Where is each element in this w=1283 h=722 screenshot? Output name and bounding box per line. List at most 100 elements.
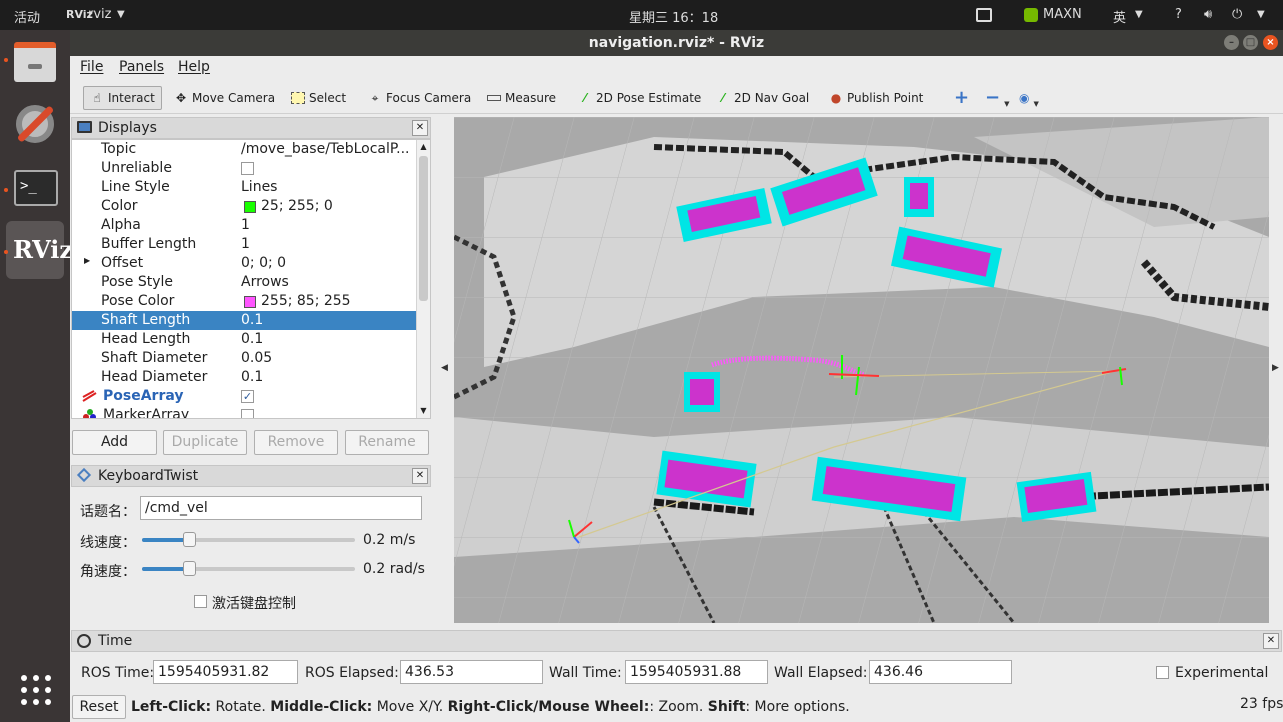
ros-time-field[interactable]: 1595405931.82 xyxy=(153,660,298,684)
clock-icon xyxy=(77,634,91,648)
property-row[interactable]: Unreliable xyxy=(72,159,417,178)
publish-point-tool-button[interactable]: ● Publish Point xyxy=(823,86,929,110)
focus-camera-tool-button[interactable]: ⌖ Focus Camera xyxy=(362,86,477,110)
maximize-button[interactable]: □ xyxy=(1243,35,1258,50)
select-tool-button[interactable]: Select xyxy=(285,86,352,110)
slider-handle[interactable] xyxy=(182,532,196,547)
duplicate-button[interactable]: Duplicate xyxy=(163,430,247,455)
menu-help[interactable]: Help xyxy=(178,59,210,75)
enabled-checkbox[interactable] xyxy=(241,409,254,418)
property-row[interactable]: Head Diameter 0.1 xyxy=(72,368,417,387)
linear-speed-label: 线速度： xyxy=(80,535,136,551)
reset-button[interactable]: Reset xyxy=(72,695,126,719)
property-row[interactable]: Color 25; 255; 0 xyxy=(72,197,417,216)
menu-file[interactable]: File xyxy=(80,59,103,75)
menu-panels[interactable]: Panels xyxy=(119,59,164,75)
experimental-checkbox[interactable] xyxy=(1156,666,1169,679)
ros-elapsed-field[interactable]: 436.53 xyxy=(400,660,543,684)
rviz-dock-icon[interactable]: RViz xyxy=(6,221,73,279)
tool-bar: ☝ Interact ✥ Move Camera Select ⌖ Focus Cam… xyxy=(70,81,1283,114)
property-row[interactable]: ✓ PoseArray xyxy=(72,387,417,406)
angular-speed-label: 角速度： xyxy=(80,564,136,580)
remove-button[interactable]: Remove xyxy=(254,430,338,455)
close-icon[interactable]: ✕ xyxy=(412,120,428,136)
calendar-icon[interactable] xyxy=(976,8,992,22)
property-value[interactable]: 1 xyxy=(241,217,250,233)
property-value[interactable]: Arrows xyxy=(241,274,289,290)
add-button[interactable]: Add xyxy=(72,430,157,455)
rviz-window: navigation.rviz* - RViz – □ × File Panel… xyxy=(70,30,1283,722)
render-viewport[interactable] xyxy=(454,117,1269,623)
activities-button[interactable]: 活动 xyxy=(14,7,40,26)
collapse-right-icon[interactable]: ▶ xyxy=(1272,363,1279,373)
input-method[interactable]: 英 xyxy=(1113,7,1126,26)
property-row[interactable]: Line Style Lines xyxy=(72,178,417,197)
property-value[interactable]: 0.1 xyxy=(241,312,263,328)
property-value[interactable]: 0.1 xyxy=(241,369,263,385)
clock[interactable]: 星期三 16：18 xyxy=(629,7,718,26)
property-value[interactable]: 25; 255; 0 xyxy=(261,198,333,214)
property-value[interactable]: /move_base/TebLocalP... xyxy=(241,141,409,157)
close-icon[interactable]: ✕ xyxy=(412,468,428,484)
unreliable-checkbox[interactable] xyxy=(241,162,254,175)
app-menu[interactable]: rviz xyxy=(88,7,111,22)
close-button[interactable]: × xyxy=(1263,35,1278,50)
property-row[interactable]: ▶ Offset 0; 0; 0 xyxy=(72,254,417,273)
close-icon[interactable]: ✕ xyxy=(1263,633,1279,649)
network-icon[interactable]: ? xyxy=(1175,7,1182,22)
pose-estimate-tool-button[interactable]: ⁄ 2D Pose Estimate xyxy=(572,86,707,110)
scroll-down-icon[interactable]: ▼ xyxy=(417,404,430,418)
linear-speed-slider[interactable] xyxy=(142,532,355,547)
nvidia-icon[interactable] xyxy=(1024,8,1038,22)
angular-speed-slider[interactable] xyxy=(142,561,355,576)
remove-tool-icon[interactable]: − ▼ xyxy=(979,86,1015,110)
settings-icon[interactable] xyxy=(6,95,64,153)
activate-keyboard-checkbox[interactable] xyxy=(194,595,207,608)
scrollbar[interactable]: ▲ ▼ xyxy=(416,140,430,418)
property-row[interactable]: Topic/move_base/TebLocalP... xyxy=(72,140,417,159)
scroll-up-icon[interactable]: ▲ xyxy=(417,140,430,154)
property-row[interactable]: Head Length 0.1 xyxy=(72,330,417,349)
property-row[interactable]: Pose Color 255; 85; 255 xyxy=(72,292,417,311)
power-mode[interactable]: MAXN xyxy=(1043,7,1082,22)
scrollbar-thumb[interactable] xyxy=(419,156,428,301)
add-tool-icon[interactable]: + xyxy=(948,86,975,110)
rename-button[interactable]: Rename xyxy=(345,430,429,455)
window-title-bar[interactable]: navigation.rviz* - RViz – □ × xyxy=(70,30,1283,56)
measure-tool-button[interactable]: Measure xyxy=(481,86,562,110)
collapse-left-icon[interactable]: ◀ xyxy=(441,363,448,373)
property-row[interactable]: Pose Style Arrows xyxy=(72,273,417,292)
property-value[interactable]: 1 xyxy=(241,236,250,252)
property-row[interactable]: Alpha 1 xyxy=(72,216,417,235)
interact-tool-button[interactable]: ☝ Interact xyxy=(83,86,162,110)
property-value[interactable]: 0.1 xyxy=(241,331,263,347)
time-panel-header: Time ✕ xyxy=(71,630,1282,652)
topic-name-input[interactable]: /cmd_vel xyxy=(140,496,422,520)
property-key: Topic xyxy=(101,141,137,157)
property-row[interactable]: Shaft Diameter 0.05 xyxy=(72,349,417,368)
eye-icon[interactable]: ◉ ▼ xyxy=(1013,86,1045,110)
power-icon[interactable]: ⏻ xyxy=(1232,7,1242,22)
property-row[interactable]: Shaft Length 0.1 xyxy=(72,311,417,330)
files-icon[interactable] xyxy=(6,32,64,90)
property-row[interactable]: Buffer Length 1 xyxy=(72,235,417,254)
property-value[interactable]: 0.05 xyxy=(241,350,272,366)
move-camera-tool-button[interactable]: ✥ Move Camera xyxy=(168,86,281,110)
property-value[interactable]: 255; 85; 255 xyxy=(261,293,351,309)
nav-goal-tool-button[interactable]: ⁄ 2D Nav Goal xyxy=(710,86,815,110)
volume-icon[interactable]: 🔊︎ xyxy=(1204,7,1212,22)
property-row[interactable]: MarkerArray xyxy=(72,406,417,418)
terminal-icon[interactable]: >_ xyxy=(6,158,64,216)
displays-panel-header: Displays ✕ xyxy=(71,117,431,139)
wall-time-field[interactable]: 1595405931.88 xyxy=(625,660,768,684)
color-swatch xyxy=(244,201,256,213)
enabled-checkbox[interactable]: ✓ xyxy=(241,390,254,403)
property-value[interactable]: Lines xyxy=(241,179,277,195)
wall-elapsed-field[interactable]: 436.46 xyxy=(869,660,1012,684)
slider-handle[interactable] xyxy=(182,561,196,576)
minimize-button[interactable]: – xyxy=(1224,35,1239,50)
show-applications-icon[interactable] xyxy=(19,673,53,707)
expand-arrow-icon[interactable]: ▶ xyxy=(84,256,90,265)
running-indicator xyxy=(4,58,8,62)
property-value[interactable]: 0; 0; 0 xyxy=(241,255,286,271)
